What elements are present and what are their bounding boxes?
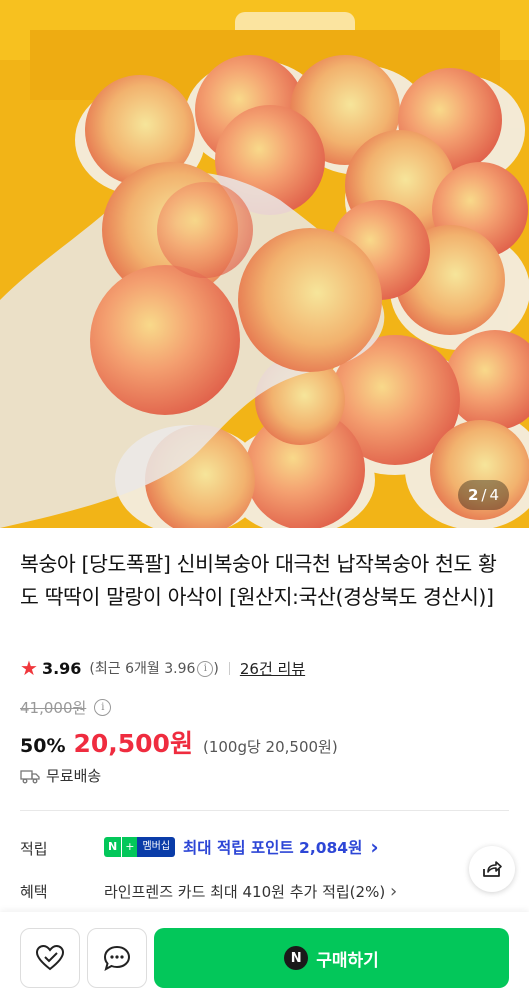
review-count-link[interactable]: 26건 리뷰: [240, 658, 305, 679]
naver-n-icon: N: [284, 946, 309, 970]
chevron-right-icon: ›: [389, 881, 398, 902]
discount-rate: 50%: [20, 735, 66, 757]
buy-label: 구매하기: [316, 950, 379, 971]
benefit-label: 혜택: [20, 883, 48, 901]
membership-label: 멤버십: [137, 837, 176, 857]
image-counter-separator: /: [481, 486, 487, 504]
rating-score: 3.96: [41, 658, 82, 678]
info-icon[interactable]: i: [197, 661, 214, 677]
plus-badge: +: [121, 837, 138, 857]
divider: [228, 661, 230, 675]
rating-row: ★ 3.96 (최근 6개월 3.96 i) 26건 리뷰: [20, 656, 305, 680]
product-image[interactable]: 2 / 4: [0, 0, 529, 528]
peach-photo: [0, 0, 529, 528]
image-counter-current: 2: [467, 486, 479, 504]
naver-n-badge: N: [104, 837, 122, 857]
rating-recent: (최근 6개월 3.96 i): [89, 658, 219, 678]
talk-button[interactable]: [87, 928, 147, 988]
membership-badge: N + 멤버십: [104, 837, 176, 857]
benefit-text: 라인프렌즈 카드 최대 410원 추가 적립(2%): [104, 883, 386, 901]
truck-icon: [20, 769, 40, 783]
delivery-label: 무료배송: [46, 767, 102, 785]
max-points-text: 최대 적립 포인트 2,084원: [183, 839, 363, 857]
share-icon: [483, 861, 502, 877]
bottom-action-bar: N 구매하기: [0, 912, 529, 1000]
wishlist-button[interactable]: [20, 928, 80, 988]
original-price: 41,000원: [20, 699, 87, 717]
sale-price: 20,500원: [73, 729, 193, 758]
heart-icon: [35, 944, 65, 971]
benefit-row[interactable]: 라인프렌즈 카드 최대 410원 추가 적립(2%) ›: [104, 881, 397, 902]
chevron-right-icon: ›: [370, 835, 379, 859]
chat-icon: [103, 945, 131, 972]
price-info-icon[interactable]: i: [94, 699, 112, 716]
image-counter: 2 / 4: [457, 480, 509, 510]
product-title: 복숭아 [당도폭팔] 신비복숭아 대극천 납작복숭아 천도 황도 딱딱이 말랑이…: [20, 552, 497, 609]
section-divider: [20, 810, 509, 811]
points-label: 적립: [20, 840, 48, 858]
share-button[interactable]: [469, 846, 515, 892]
delivery-row: 무료배송: [20, 765, 101, 786]
original-price-row: 41,000원 i: [20, 697, 112, 718]
buy-button[interactable]: N 구매하기: [154, 928, 509, 988]
points-row[interactable]: N + 멤버십 최대 적립 포인트 2,084원 ›: [104, 835, 379, 859]
sale-price-row: 50% 20,500원 (100g당 20,500원): [20, 724, 338, 760]
image-counter-total: 4: [489, 486, 499, 504]
rating-recent-text: (최근 6개월 3.96: [89, 661, 196, 677]
unit-price: (100g당 20,500원): [202, 738, 338, 756]
rating-recent-close: ): [213, 661, 219, 677]
star-icon: ★: [20, 656, 38, 680]
